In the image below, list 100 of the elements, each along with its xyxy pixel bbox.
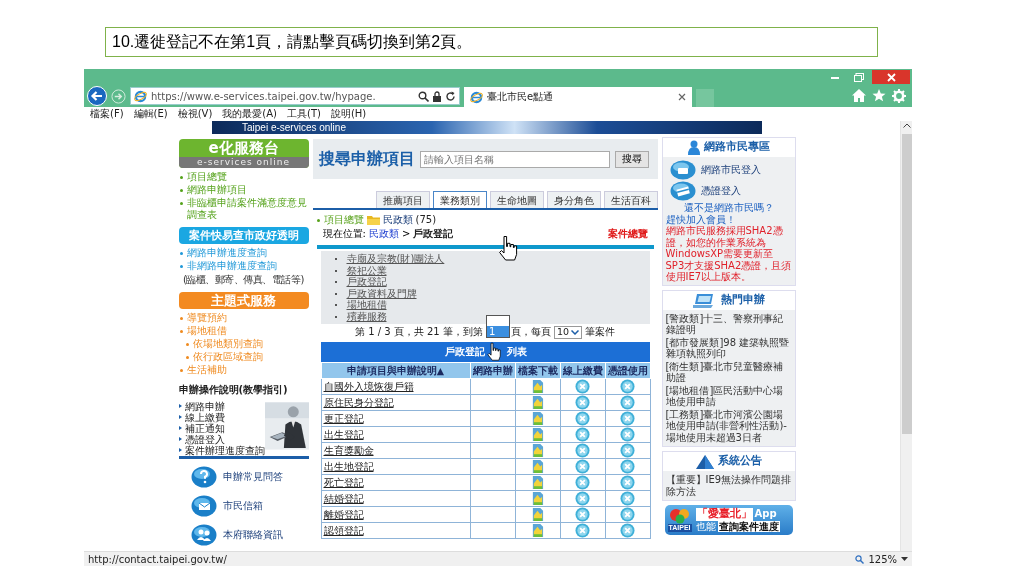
quick-link[interactable]: 本府聯絡資訊 bbox=[222, 529, 283, 541]
close-button[interactable] bbox=[872, 70, 910, 84]
hot-item-link[interactable]: [都市發展類]98 建築執照暨雜項執照列印 bbox=[665, 336, 792, 360]
document-icon[interactable] bbox=[531, 475, 544, 490]
minimize-icon bbox=[831, 75, 839, 79]
document-icon[interactable] bbox=[531, 459, 544, 474]
menu-item[interactable]: 檔案(F) bbox=[90, 107, 124, 121]
quick-link[interactable]: 申辦常見問答 bbox=[222, 471, 283, 483]
tab[interactable]: 生命地圖 bbox=[489, 191, 544, 208]
breadcrumb-label: 現在位置: bbox=[322, 228, 366, 240]
breadcrumb-link[interactable]: 民政類 bbox=[368, 228, 399, 240]
item-link[interactable]: 結婚登記 bbox=[323, 492, 364, 504]
hot-item-link[interactable]: [工務類]臺北市河濱公園場地使用申請(非營利性活動)-場地使用未超過3日者 bbox=[665, 408, 792, 443]
table-title: 戶政登記 bbox=[444, 346, 485, 357]
column-header[interactable]: 申請項目與申辦說明▲ bbox=[321, 362, 470, 379]
signup-prompt: 還不是網路市民嗎？ bbox=[682, 202, 775, 214]
per-page-select[interactable]: 10 bbox=[553, 325, 582, 339]
search-title: 搜尋申辦項目 bbox=[318, 149, 415, 169]
app-text: 也能 bbox=[695, 520, 716, 533]
hand-cursor-icon bbox=[496, 235, 519, 261]
browser-tab[interactable]: 臺北市民e點通 bbox=[464, 87, 692, 107]
tutorial-link[interactable]: 網路申辦 bbox=[178, 401, 265, 412]
search-button[interactable]: 搜尋 bbox=[614, 150, 649, 168]
tutorial-link[interactable]: 憑證登入 bbox=[178, 434, 265, 445]
folder-icon bbox=[366, 215, 380, 225]
tab[interactable]: 身分角色 bbox=[546, 191, 601, 208]
join-link[interactable]: 趕快加入會員！ bbox=[665, 213, 792, 225]
document-icon[interactable] bbox=[531, 507, 544, 522]
refresh-icon[interactable] bbox=[445, 90, 456, 102]
subcategory-link[interactable]: 殯葬服務 bbox=[334, 310, 387, 322]
question-icon[interactable] bbox=[190, 466, 217, 488]
document-icon[interactable] bbox=[531, 379, 544, 394]
menu-item[interactable]: 工具(T) bbox=[287, 107, 321, 121]
breadcrumb-separator: > bbox=[401, 228, 411, 240]
caret-icon[interactable] bbox=[571, 329, 579, 335]
menu-item[interactable]: 我的最愛(A) bbox=[222, 107, 277, 121]
scroll-thumb[interactable] bbox=[901, 134, 912, 434]
person-icon bbox=[687, 140, 700, 155]
scroll-up-icon[interactable] bbox=[902, 123, 911, 128]
hot-item-link[interactable]: [衛生類]臺北市兒童醫療補助證 bbox=[665, 360, 792, 384]
section-header: 主題式服務 bbox=[178, 292, 309, 309]
document-icon[interactable] bbox=[531, 427, 544, 442]
forward-button[interactable] bbox=[111, 88, 126, 104]
quick-link[interactable]: 市民信箱 bbox=[222, 500, 263, 512]
subcategory-link[interactable]: 戶政登記 bbox=[334, 276, 387, 288]
subcategory-link[interactable]: 祭祀公業 bbox=[334, 264, 387, 276]
menu-item[interactable]: 編輯(E) bbox=[133, 107, 168, 121]
tutorial-link[interactable]: 案件辦理進度查詢 bbox=[178, 445, 265, 456]
document-icon[interactable] bbox=[531, 523, 544, 538]
logo-subtitle: e-services online bbox=[178, 157, 309, 168]
tutorial-title: 申辦操作說明(教學指引) bbox=[178, 384, 289, 396]
zoom-icon[interactable] bbox=[855, 554, 865, 564]
item-link[interactable]: 離婚登記 bbox=[323, 508, 364, 520]
subcategory-link[interactable]: 寺廟及宗教(財)團法人 bbox=[334, 253, 445, 265]
overview-link[interactable]: 案件總覽 bbox=[607, 228, 648, 240]
hot-item-link[interactable]: [場地租借]區民活動中心場地使用申請 bbox=[665, 384, 792, 408]
close-icon bbox=[886, 72, 896, 82]
subcategory-link[interactable]: 戶政資料及門牌 bbox=[334, 287, 417, 299]
search-icon[interactable] bbox=[418, 90, 429, 102]
page-text: 頁，每頁 bbox=[510, 326, 551, 338]
url-text: https://www.e-services.taipei.gov.tw/hypage. bbox=[151, 90, 377, 102]
star-icon[interactable] bbox=[872, 89, 886, 102]
item-link[interactable]: 認領登記 bbox=[323, 524, 364, 536]
address-bar[interactable]: https://www.e-services.taipei.gov.tw/hypage. bbox=[130, 87, 460, 105]
hot-item-link[interactable]: [警政類]十三、警察刑事紀錄證明 bbox=[665, 312, 792, 336]
settings-icon[interactable] bbox=[892, 89, 906, 103]
tab[interactable]: 生活百科 bbox=[603, 191, 658, 208]
item-link[interactable]: 出生登記 bbox=[323, 428, 364, 440]
tab[interactable]: 業務類別 bbox=[432, 191, 487, 208]
card-icon[interactable] bbox=[669, 181, 696, 201]
search-field[interactable]: 請輸入項目名稱 bbox=[419, 150, 610, 168]
home-icon[interactable] bbox=[852, 89, 866, 102]
login-link[interactable]: 網路市民登入 bbox=[700, 164, 761, 176]
scrollbar[interactable] bbox=[900, 121, 912, 551]
login-link[interactable]: 憑證登入 bbox=[700, 185, 741, 197]
note-text: (臨櫃、郵寄、傳真、電話等) bbox=[182, 274, 305, 286]
people-icon[interactable] bbox=[190, 524, 217, 546]
mail-icon[interactable] bbox=[190, 495, 217, 517]
app-label: App bbox=[754, 508, 777, 520]
tutorial-link[interactable]: 補正通知 bbox=[178, 423, 265, 434]
caret-icon[interactable] bbox=[901, 557, 908, 561]
category-name[interactable]: 民政類 bbox=[382, 214, 413, 226]
menu-item[interactable]: 說明(H) bbox=[330, 107, 367, 121]
document-icon[interactable] bbox=[531, 411, 544, 426]
tab[interactable]: 推薦項目 bbox=[375, 191, 430, 208]
document-icon[interactable] bbox=[531, 491, 544, 506]
tab-title: 臺北市民e點通 bbox=[487, 90, 555, 104]
subcategory-link[interactable]: 場地租借 bbox=[334, 299, 387, 311]
item-link[interactable]: 死亡登記 bbox=[323, 476, 364, 488]
panel-title: 網路市民專區 bbox=[703, 141, 770, 154]
id-card-icon[interactable] bbox=[669, 160, 696, 180]
zoom-level[interactable]: 125% bbox=[868, 553, 897, 565]
menu-item[interactable]: 檢視(V) bbox=[177, 107, 213, 121]
logo[interactable]: e化服務台 e-services online bbox=[178, 139, 309, 168]
close-icon[interactable] bbox=[678, 93, 686, 101]
item-link[interactable]: 更正登記 bbox=[323, 412, 364, 424]
document-icon[interactable] bbox=[531, 395, 544, 410]
back-button[interactable] bbox=[87, 86, 107, 106]
document-icon[interactable] bbox=[531, 443, 544, 458]
tutorial-link[interactable]: 線上繳費 bbox=[178, 412, 265, 423]
